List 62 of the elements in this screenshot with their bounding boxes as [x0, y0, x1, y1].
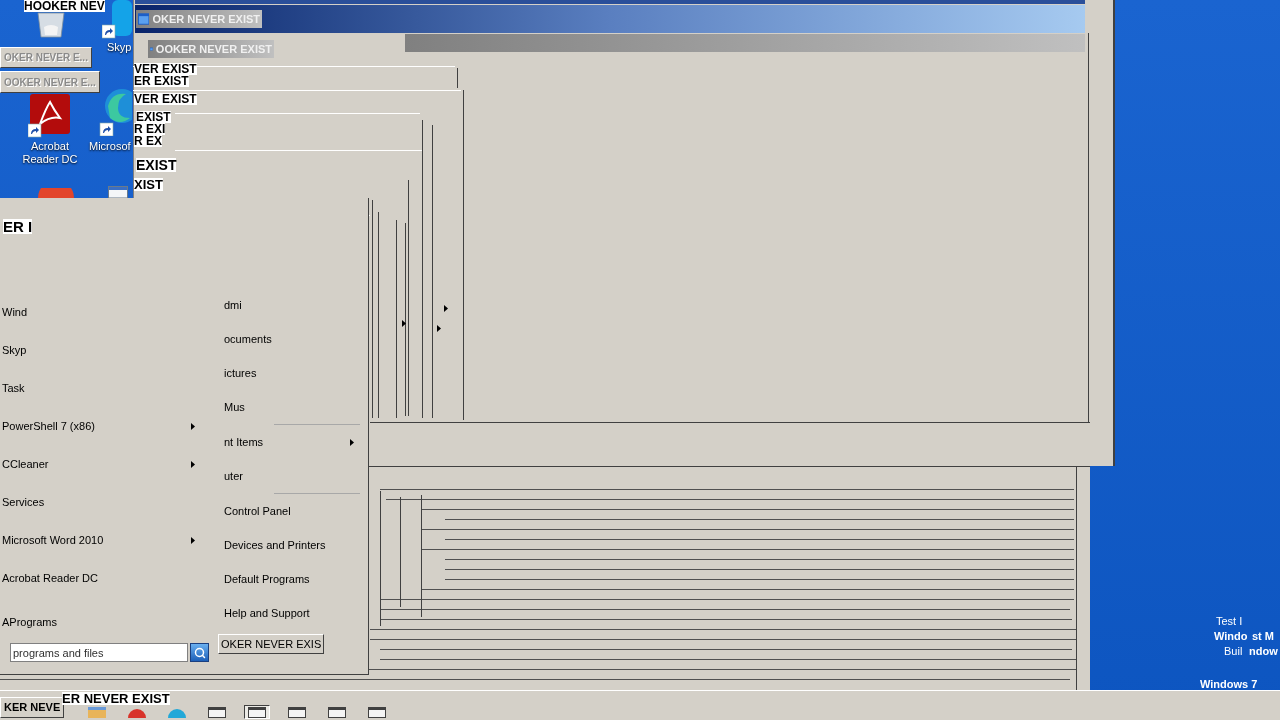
pdf-app-icon[interactable]: [28, 94, 72, 138]
search-field[interactable]: programs and files: [10, 643, 188, 662]
recycle-bin-icon[interactable]: [36, 12, 66, 38]
window-icon: [288, 706, 306, 718]
triangle-icon: [402, 320, 406, 327]
system-text: ndow: [1249, 646, 1278, 657]
icon-label: Acrobat Reader DC: [21, 140, 79, 166]
menu-item[interactable]: nt Items: [224, 433, 264, 451]
document-icon[interactable]: [108, 186, 128, 198]
dome-app-icon: [168, 706, 186, 718]
menu-item[interactable]: Devices and Printers: [224, 536, 326, 554]
menu-item[interactable]: PowerShell 7 (x86): [2, 417, 95, 435]
menu-item[interactable]: Help and Support: [224, 604, 310, 622]
menu-item[interactable]: Control Panel: [224, 502, 291, 520]
menu-item[interactable]: Services: [2, 493, 45, 511]
glitch-text: HOOKER NEV: [24, 0, 105, 12]
glitch-text: VER EXIST: [134, 63, 197, 75]
menu-item[interactable]: CCleaner: [2, 455, 49, 473]
menu-item[interactable]: Default Programs: [224, 570, 310, 588]
system-text: Windo: [1214, 631, 1248, 642]
menu-item[interactable]: Task: [2, 379, 25, 397]
menu-button[interactable]: OKER NEVER EXIS: [218, 634, 325, 654]
search-icon: [193, 646, 206, 659]
menu-item[interactable]: dmi: [224, 296, 242, 314]
dome-app-icon: [128, 706, 146, 718]
menu-item[interactable]: Skyp: [2, 341, 27, 359]
all-programs-item[interactable]: APrograms: [2, 613, 58, 631]
menu-item[interactable]: Mus: [224, 398, 245, 416]
glitch-text: ER EXIST: [134, 75, 189, 87]
glitch-text: VER EXIST: [134, 93, 197, 105]
glitch-text: EXIST: [136, 158, 177, 172]
taskbar-button[interactable]: [244, 705, 270, 719]
glitch-text: ER I: [3, 219, 33, 234]
glitch-text: ER NEVER EXIST: [62, 692, 170, 705]
system-text: Windows 7: [1200, 679, 1258, 690]
glitch-text: EXIST: [136, 111, 171, 123]
icon-label: Skyp: [107, 41, 132, 54]
triangle-icon: [437, 325, 441, 332]
system-text: Buil: [1224, 646, 1243, 657]
menu-item[interactable]: ocuments: [224, 330, 272, 348]
window-title: OKER NEVER EXIST: [152, 13, 260, 25]
window-icon: [368, 706, 386, 718]
window-icon: [328, 706, 346, 718]
window-icon: [208, 706, 226, 718]
menu-item[interactable]: ictures: [224, 364, 257, 382]
glitch-text: R EX: [134, 135, 162, 147]
search-button[interactable]: [190, 643, 209, 662]
system-text: st M: [1252, 631, 1274, 642]
window-icon: [248, 706, 266, 718]
menu-item[interactable]: Acrobat Reader DC: [2, 569, 98, 587]
folder-icon: [88, 706, 106, 718]
window-icon: [138, 13, 150, 25]
title-bar[interactable]: [135, 5, 1085, 33]
glitch-text: R EXI: [134, 123, 166, 135]
triangle-icon: [444, 305, 448, 312]
menu-item[interactable]: uter: [224, 467, 243, 485]
window-title: OOKER NEVER EXIST: [155, 43, 272, 55]
icon-label: Microsof: [89, 140, 132, 153]
menu-item[interactable]: Microsoft Word 2010: [2, 531, 104, 549]
menu-item[interactable]: Wind: [2, 303, 28, 321]
glitch-text: XIST: [134, 178, 163, 191]
system-text: Test I: [1216, 616, 1243, 627]
